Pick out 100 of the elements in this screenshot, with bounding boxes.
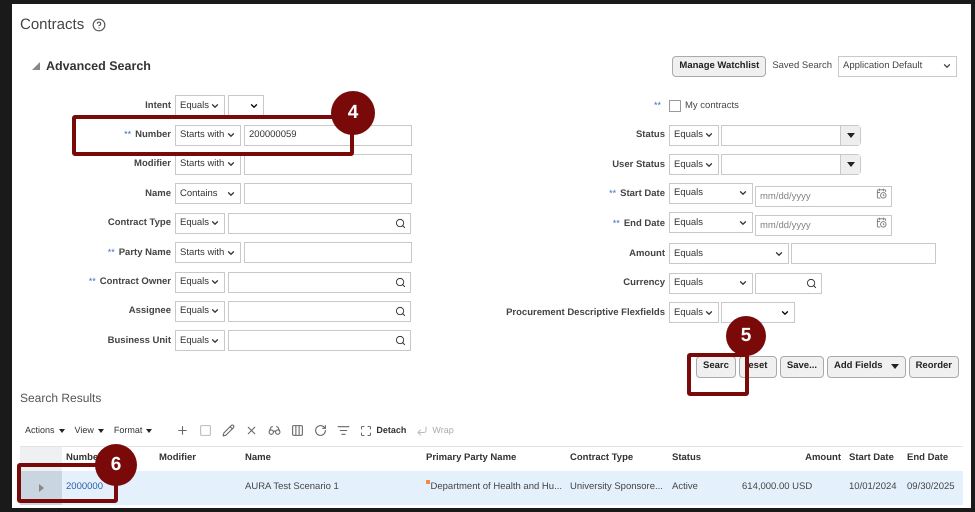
column-header[interactable]: Modifier	[159, 452, 196, 464]
input-field[interactable]	[228, 300, 411, 322]
operator-select[interactable]: Equals	[175, 212, 225, 234]
field-label: Intent	[145, 98, 171, 113]
toolbar-button[interactable]: Detach	[360, 424, 406, 438]
required-mark: **	[654, 99, 661, 112]
collapse-triangle-icon[interactable]	[32, 62, 40, 70]
column-header[interactable]: Name	[245, 452, 271, 464]
field-label: Modifier	[134, 157, 171, 172]
column-header[interactable]: Start Date	[849, 452, 894, 464]
required-mark: **	[612, 217, 620, 230]
table-cell-text: Active	[672, 480, 699, 494]
wrap-icon	[416, 424, 428, 437]
operator-select[interactable]: Starts with	[175, 124, 241, 146]
table-cell-text: 10/01/2024	[849, 480, 898, 494]
search-icon[interactable]	[395, 306, 406, 317]
date-field[interactable]: mm/dd/yyyy	[755, 215, 892, 236]
glasses-icon[interactable]	[268, 424, 282, 438]
close-icon[interactable]	[245, 424, 258, 438]
input-field[interactable]	[228, 330, 411, 352]
required-mark: **	[124, 128, 132, 141]
columns-icon[interactable]	[291, 424, 304, 438]
field-label: End Date	[624, 217, 665, 232]
manage-watchlist-button[interactable]: Manage Watchlist	[672, 56, 766, 76]
toolbar-menu[interactable]: View	[74, 424, 104, 438]
checkbox-label: My contracts	[685, 98, 739, 113]
saved-search-select[interactable]: Application Default	[838, 56, 957, 76]
field-label: Status	[636, 128, 665, 142]
add-icon[interactable]	[176, 424, 190, 438]
toolbar-menu[interactable]: Actions	[25, 424, 65, 438]
chevron-icon	[942, 61, 952, 71]
search-icon[interactable]	[395, 218, 406, 229]
required-mark: **	[108, 246, 115, 259]
operator-select[interactable]: Starts with	[175, 242, 241, 264]
operator-select[interactable]: Equals	[669, 243, 789, 264]
field-label: Procurement Descriptive Flexfields	[506, 306, 665, 320]
table-cell-text: 09/30/2025	[907, 480, 956, 494]
section-title[interactable]: Advanced Search	[46, 56, 151, 76]
field-label: Assignee	[128, 304, 171, 318]
date-field[interactable]: mm/dd/yyyy	[755, 186, 892, 207]
operator-select[interactable]: Equals	[669, 212, 753, 234]
input-field[interactable]	[244, 242, 412, 264]
dropdown-arrow-icon	[846, 162, 854, 168]
field-label: Party Name	[118, 246, 171, 260]
operator-select[interactable]: Equals	[669, 272, 753, 294]
operator-select[interactable]: Equals	[175, 330, 225, 352]
table-row[interactable]: 2000000 AURA Test Scenario 1 Department of Health and Hu... University Sponsore... Active 614,000.00 USD 10/01/2024 09/30/2025	[20, 470, 963, 505]
column-header[interactable]: Primary Party Name	[426, 452, 516, 464]
form-button[interactable]: Searc	[696, 356, 736, 378]
dropdown-arrow-icon	[846, 132, 854, 138]
column-header[interactable]: Contract Type	[570, 452, 634, 464]
input-field[interactable]	[244, 183, 412, 204]
combo-field[interactable]	[721, 154, 861, 176]
input-field[interactable]	[755, 272, 822, 294]
field-label: Name	[145, 186, 171, 201]
field-label: Number	[135, 128, 171, 142]
value-select[interactable]	[228, 95, 264, 116]
operator-select[interactable]: Contains	[175, 183, 241, 204]
operator-select[interactable]: Equals	[175, 272, 225, 293]
column-header[interactable]: Amount	[805, 452, 841, 464]
calendar-icon[interactable]	[876, 188, 887, 199]
checkbox[interactable]	[669, 100, 681, 112]
pencil-icon[interactable]	[222, 424, 236, 438]
help-icon[interactable]	[92, 18, 106, 32]
flag-icon	[426, 480, 430, 484]
form-button[interactable]: Add Fields	[827, 356, 906, 378]
input-field[interactable]	[228, 212, 411, 234]
operator-select[interactable]: Equals	[669, 154, 719, 176]
required-mark: **	[609, 187, 616, 200]
operator-select[interactable]: Equals	[175, 300, 225, 322]
combo-field[interactable]	[721, 124, 861, 146]
input-field[interactable]: 200000059	[244, 124, 412, 146]
field-label: Currency	[623, 276, 665, 290]
page-title: Contracts	[20, 14, 84, 35]
search-icon[interactable]	[395, 335, 406, 346]
field-label: Start Date	[620, 187, 665, 202]
calendar-icon[interactable]	[876, 217, 887, 228]
results-title: Search Results	[20, 390, 102, 405]
form-button[interactable]: Reorder	[908, 356, 959, 378]
operator-select[interactable]: Equals	[669, 182, 753, 204]
operator-select[interactable]: Equals	[175, 95, 225, 116]
required-mark: **	[88, 274, 96, 288]
filter-icon[interactable]	[337, 424, 350, 438]
input-field[interactable]	[228, 272, 411, 293]
field-label: User Status	[612, 158, 665, 172]
field-label: Amount	[629, 246, 665, 261]
search-icon[interactable]	[395, 276, 406, 288]
input-field[interactable]	[791, 243, 936, 264]
field-label: Business Unit	[108, 334, 171, 348]
input-field[interactable]	[244, 154, 412, 175]
refresh-icon[interactable]	[314, 424, 328, 438]
search-icon[interactable]	[806, 278, 817, 289]
operator-select[interactable]: Equals	[669, 124, 719, 146]
operator-select[interactable]: Equals	[669, 302, 719, 324]
toolbar-menu[interactable]: Format	[114, 424, 152, 438]
column-header[interactable]: End Date	[907, 452, 948, 464]
column-header[interactable]: Status	[672, 452, 702, 464]
form-button[interactable]: Save...	[780, 356, 824, 378]
table-cell-text: AURA Test Scenario 1	[245, 480, 340, 494]
saved-search-label: Saved Search	[772, 58, 832, 73]
